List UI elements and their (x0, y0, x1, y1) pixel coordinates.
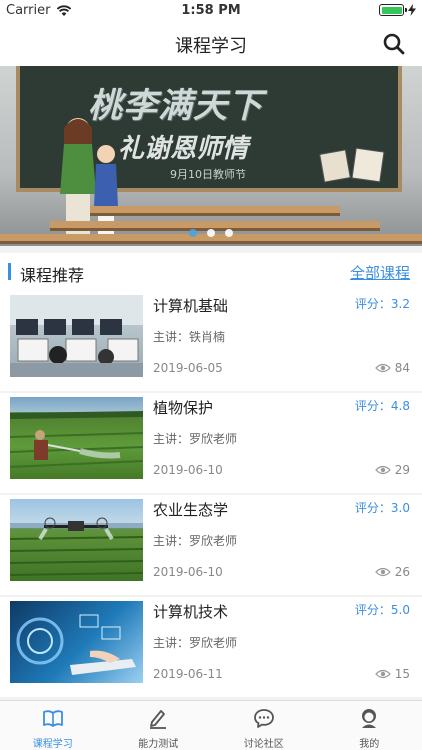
book-icon (42, 710, 63, 727)
section-header: 课程推荐 全部课程 (0, 253, 422, 291)
battery-icon (379, 4, 407, 16)
tab-course-study[interactable]: 课程学习 (0, 701, 106, 750)
banner-date: 9月10日教师节 (170, 168, 246, 181)
eye-icon (374, 465, 391, 475)
banner-carousel[interactable]: 桃李满天下 礼谢恩师情 9月10日教师节 (0, 66, 422, 246)
course-teacher: 主讲：铁肖楠 (153, 330, 226, 344)
page-title: 课程学习 (175, 36, 247, 57)
course-date: 2019-06-10 (153, 463, 223, 477)
pen-icon (150, 710, 167, 729)
course-item[interactable]: 计算机基础 评分：3.2 主讲：铁肖楠 2019-06-05 84 (0, 291, 422, 391)
view-count: 15 (394, 667, 410, 681)
course-title: 植物保护 (153, 399, 214, 417)
course-thumbnail (10, 295, 143, 377)
nav-bar: 课程学习 (0, 22, 422, 66)
course-title: 计算机基础 (153, 297, 229, 315)
course-date: 2019-06-11 (153, 667, 223, 681)
course-score: 评分：3.0 (354, 501, 410, 515)
desk-row (90, 206, 340, 216)
drone-field-image-icon (10, 517, 143, 576)
course-views: 15 (374, 667, 410, 681)
section-title: 课程推荐 (20, 266, 85, 285)
course-thumbnail (10, 601, 143, 683)
computer-lab-image-icon (10, 295, 143, 377)
course-teacher: 主讲：罗欣老师 (153, 636, 238, 650)
charging-bolt-icon (408, 4, 416, 16)
status-time: 1:58 PM (181, 3, 241, 18)
course-thumbnail (10, 397, 143, 479)
book-stack-icon (319, 147, 385, 183)
eye-icon (374, 669, 391, 679)
pager-dot[interactable] (207, 229, 215, 237)
banner-subheadline: 礼谢恩师情 (118, 134, 249, 164)
status-bar: Carrier 1:58 PM (0, 0, 422, 22)
course-score: 评分：4.8 (354, 399, 410, 413)
pager-dot[interactable] (225, 229, 233, 237)
course-item[interactable]: 植物保护 评分：4.8 主讲：罗欣老师 2019-06-10 29 (0, 393, 422, 493)
field-spraying-image-icon (10, 411, 143, 468)
all-courses-link[interactable]: 全部课程 (350, 262, 410, 283)
course-thumbnail (10, 499, 143, 581)
course-views: 29 (374, 463, 410, 477)
course-views: 84 (374, 361, 410, 375)
eye-icon (374, 567, 391, 577)
course-views: 26 (374, 565, 410, 579)
tab-label: 课程学习 (32, 739, 73, 750)
status-right (379, 4, 416, 16)
course-score: 评分：5.0 (354, 603, 410, 617)
course-date: 2019-06-05 (153, 361, 223, 375)
course-item[interactable]: 农业生态学 评分：3.0 主讲：罗欣老师 2019-06-10 26 (0, 495, 422, 595)
tab-mine[interactable]: 我的 (317, 701, 422, 750)
tab-label: 讨论社区 (243, 739, 284, 750)
view-count: 29 (394, 463, 410, 477)
tab-ability-test[interactable]: 能力测试 (106, 701, 212, 750)
search-icon[interactable] (382, 32, 406, 56)
user-icon (362, 709, 377, 728)
carousel-pager[interactable] (0, 229, 422, 237)
pager-dot-active[interactable] (189, 229, 197, 237)
course-item[interactable]: 计算机技术 评分：5.0 主讲：罗欣老师 2019-06-11 15 (0, 597, 422, 697)
section-accent-bar (8, 263, 11, 280)
course-teacher: 主讲：罗欣老师 (153, 534, 238, 548)
battery-level (381, 6, 402, 14)
course-date: 2019-06-10 (153, 565, 223, 579)
tab-label: 能力测试 (138, 739, 179, 750)
tab-label: 我的 (359, 739, 380, 750)
course-teacher: 主讲：罗欣老师 (153, 432, 238, 446)
course-title: 农业生态学 (153, 501, 229, 519)
chat-icon (253, 709, 274, 728)
course-score: 评分：3.2 (354, 297, 410, 311)
tab-bar: 课程学习 能力测试 讨论社区 我的 (0, 700, 422, 750)
tech-hand-image-icon (16, 614, 136, 675)
course-title: 计算机技术 (153, 603, 229, 621)
view-count: 26 (394, 565, 410, 579)
tab-discussion[interactable]: 讨论社区 (211, 701, 317, 750)
view-count: 84 (394, 361, 410, 375)
eye-icon (374, 363, 391, 373)
